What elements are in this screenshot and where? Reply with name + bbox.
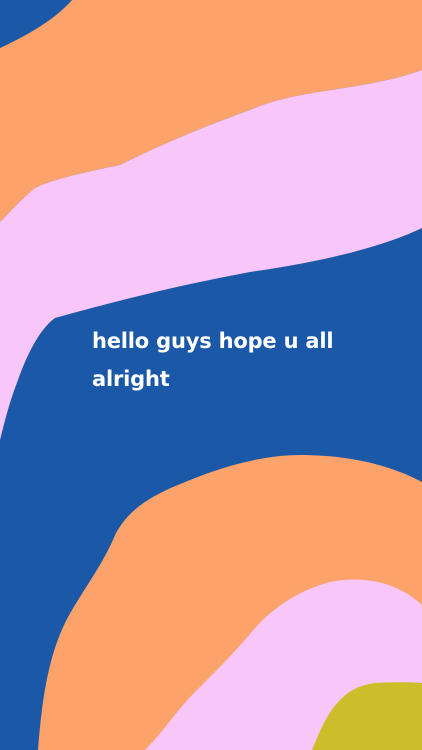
story-canvas: hello guys hope u all alright <box>0 0 422 750</box>
story-caption: hello guys hope u all alright <box>92 329 334 391</box>
